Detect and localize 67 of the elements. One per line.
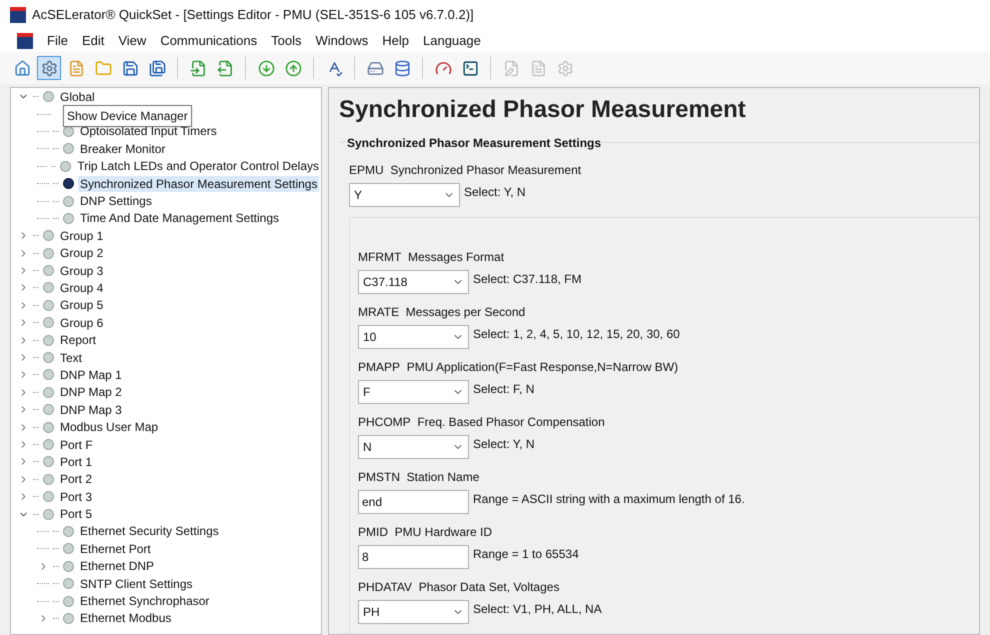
input-field[interactable]: 8 bbox=[358, 545, 469, 569]
tree-item[interactable]: Group 2 bbox=[58, 245, 106, 262]
tree-item[interactable]: Report bbox=[58, 332, 98, 348]
dropdown[interactable]: N bbox=[358, 435, 469, 459]
menu-item[interactable]: Tools bbox=[271, 31, 302, 51]
tree-item[interactable]: Group 6 bbox=[58, 314, 106, 331]
field-hint: Select: C37.118, FM bbox=[473, 271, 582, 288]
dropdown[interactable]: 10 bbox=[358, 325, 469, 349]
tree-item[interactable]: Ethernet Security Settings bbox=[78, 523, 221, 540]
input-field[interactable]: end bbox=[358, 490, 469, 514]
field-label: MFRMT Messages Format bbox=[358, 249, 506, 266]
tooltip: Show Device Manager bbox=[63, 105, 192, 127]
tree-item[interactable]: Breaker Monitor bbox=[78, 140, 168, 157]
tree-item[interactable]: Port F bbox=[58, 436, 95, 452]
dropdown[interactable]: PH bbox=[358, 600, 469, 624]
tree-item[interactable]: Modbus User Map bbox=[58, 419, 160, 436]
dropdown[interactable]: F bbox=[358, 380, 469, 404]
field-label: EPMU Synchronized Phasor Measurement bbox=[349, 162, 582, 179]
tree-item[interactable]: DNP Map 1 bbox=[58, 366, 124, 383]
field-hint: Range = ASCII string with a maximum length of 16. bbox=[473, 491, 745, 508]
menu-item[interactable]: Language bbox=[423, 31, 481, 51]
menu-item[interactable]: Edit bbox=[82, 31, 104, 51]
field-hint: Range = 1 to 65534 bbox=[473, 546, 579, 563]
field-hint: Select: V1, PH, ALL, NA bbox=[473, 601, 602, 618]
menu-item[interactable]: Windows bbox=[316, 31, 368, 51]
tree-item[interactable]: Group 3 bbox=[58, 262, 106, 279]
field-label: PHCOMP Freq. Based Phasor Compensation bbox=[358, 414, 606, 431]
tree-item[interactable]: DNP Settings bbox=[78, 193, 154, 210]
tree-item[interactable]: Ethernet Modbus bbox=[78, 610, 174, 626]
dropdown[interactable]: Y bbox=[349, 183, 460, 207]
tree-item[interactable]: DNP Map 2 bbox=[58, 384, 124, 400]
tree-item[interactable]: Port 1 bbox=[58, 454, 94, 470]
field-label: PMSTN Station Name bbox=[358, 469, 480, 486]
menu-item[interactable]: Communications bbox=[160, 31, 258, 51]
app-icon bbox=[10, 7, 26, 23]
app-icon bbox=[17, 33, 33, 49]
page-title: Synchronized Phasor Measurement bbox=[339, 95, 747, 125]
tree-item[interactable]: Group 5 bbox=[58, 297, 106, 314]
tree-item[interactable]: Global bbox=[58, 88, 97, 105]
field-hint: Select: Y, N bbox=[473, 436, 535, 453]
tree-item[interactable]: Text bbox=[58, 350, 84, 366]
tree-item[interactable]: Time And Date Management Settings bbox=[78, 210, 281, 226]
window-title: AcSELerator® QuickSet - [Settings Editor - PMU (SEL-351S-6 105 v6.7.0.2)] bbox=[32, 6, 474, 24]
dropdown[interactable]: C37.118 bbox=[358, 270, 469, 294]
gear-icon[interactable] bbox=[37, 56, 61, 80]
field-label: PHDATAV Phasor Data Set, Voltages bbox=[358, 579, 560, 596]
tree-item[interactable]: Port 2 bbox=[58, 471, 94, 488]
tree-item[interactable]: Ethernet DNP bbox=[78, 558, 156, 574]
tree-item[interactable]: Group 1 bbox=[58, 228, 106, 244]
tree-item[interactable]: DNP Map 3 bbox=[58, 402, 124, 418]
menu-item[interactable]: Help bbox=[382, 31, 409, 51]
field-label: PMID PMU Hardware ID bbox=[358, 524, 494, 541]
tree-item[interactable]: Synchronized Phasor Measurement Settings bbox=[78, 176, 320, 192]
tree-item[interactable]: Port 3 bbox=[58, 488, 94, 505]
tree-item[interactable]: Port 5 bbox=[58, 506, 94, 522]
field-hint: Select: Y, N bbox=[464, 184, 526, 201]
field-hint: Select: F, N bbox=[473, 381, 534, 398]
tree-item[interactable]: Group 4 bbox=[58, 280, 106, 296]
menu-item[interactable]: File bbox=[47, 31, 68, 51]
tree-item[interactable]: Trip Latch LEDs and Operator Control Delays bbox=[75, 158, 321, 174]
field-label: MRATE Messages per Second bbox=[358, 304, 526, 321]
field-label: PMAPP PMU Application(F=Fast Response,N=Narrow BW) bbox=[358, 359, 680, 376]
tree-item[interactable]: Ethernet Port bbox=[78, 540, 153, 557]
tree-item[interactable]: Ethernet Synchrophasor bbox=[78, 593, 212, 610]
field-hint: Select: 1, 2, 4, 5, 10, 12, 15, 20, 30, 60 bbox=[473, 326, 680, 343]
tree-item[interactable]: SNTP Client Settings bbox=[78, 576, 194, 592]
menu-item[interactable]: View bbox=[118, 31, 146, 51]
